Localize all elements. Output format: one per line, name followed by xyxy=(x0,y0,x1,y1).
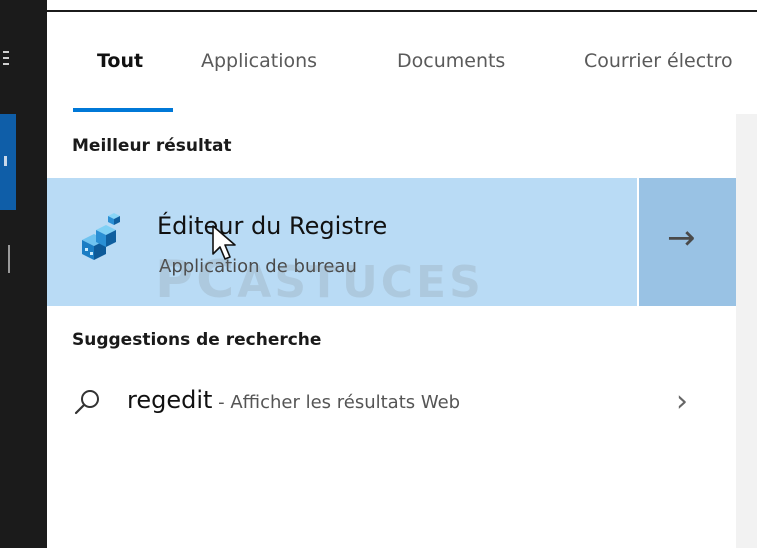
tab-courrier[interactable]: Courrier électro xyxy=(584,50,733,72)
open-app-button[interactable]: → xyxy=(639,178,736,306)
registry-editor-icon xyxy=(82,213,120,260)
home-icon xyxy=(4,156,7,166)
search-icon xyxy=(74,390,99,415)
app-type: Application de bureau xyxy=(159,256,357,277)
tab-applications[interactable]: Applications xyxy=(201,50,317,72)
tab-documents[interactable]: Documents xyxy=(397,50,505,72)
suggestion-query: regedit xyxy=(127,386,213,414)
tab-tout[interactable]: Tout xyxy=(97,50,143,72)
suggestion-item[interactable]: regedit - Afficher les résultats Web › xyxy=(47,374,736,440)
search-panel: Tout Applications Documents Courrier éle… xyxy=(47,12,757,548)
active-tab-indicator xyxy=(73,108,173,112)
taskbar-home-button[interactable] xyxy=(0,114,16,210)
taskbar-separator xyxy=(8,245,10,273)
search-tabs: Tout Applications Documents Courrier éle… xyxy=(47,12,757,112)
preview-pane-edge xyxy=(736,114,757,548)
suggestions-heading: Suggestions de recherche xyxy=(72,330,322,350)
app-name: Éditeur du Registre xyxy=(157,212,388,240)
hamburger-menu-icon[interactable] xyxy=(3,51,15,67)
best-result-item[interactable]: Éditeur du Registre Application de burea… xyxy=(47,178,637,306)
best-result-heading: Meilleur résultat xyxy=(72,136,232,156)
chevron-right-icon[interactable]: › xyxy=(676,384,688,419)
suggestion-description: - Afficher les résultats Web xyxy=(212,392,461,413)
taskbar xyxy=(0,0,47,548)
suggestion-text: regedit - Afficher les résultats Web xyxy=(127,386,460,414)
arrow-right-icon: → xyxy=(667,218,696,258)
